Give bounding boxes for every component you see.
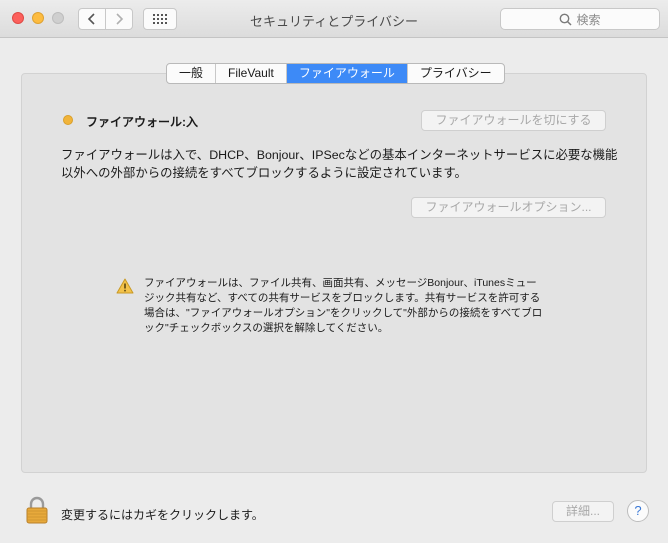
- tab-privacy[interactable]: プライバシー: [408, 64, 504, 83]
- tab-filevault[interactable]: FileVault: [216, 64, 287, 83]
- firewall-options-button[interactable]: ファイアウォールオプション...: [411, 197, 606, 218]
- firewall-description: ファイアウォールは入で、DHCP、Bonjour、IPSecなどの基本インターネ…: [61, 148, 618, 180]
- firewall-status-label: ファイアウォール:入: [86, 115, 198, 129]
- warning-icon: [116, 278, 134, 294]
- advanced-button[interactable]: 詳細...: [552, 501, 614, 522]
- title-bar: セキュリティとプライバシー 検索: [0, 0, 668, 38]
- lock-icon[interactable]: [25, 496, 49, 524]
- tab-bar: 一般 FileVault ファイアウォール プライバシー: [166, 63, 505, 84]
- turn-off-firewall-button[interactable]: ファイアウォールを切にする: [421, 110, 606, 131]
- content-panel: [21, 73, 647, 473]
- search-placeholder: 検索: [576, 12, 601, 27]
- tab-general[interactable]: 一般: [167, 64, 217, 83]
- firewall-status-indicator: [63, 115, 73, 125]
- lock-label: 変更するにはカギをクリックします。: [61, 508, 264, 522]
- firewall-warning-text: ファイアウォールは、ファイル共有、画面共有、メッセージBonjour、iTune…: [144, 277, 543, 334]
- search-icon: [560, 13, 573, 26]
- tab-firewall[interactable]: ファイアウォール: [286, 64, 408, 83]
- search-field[interactable]: 検索: [500, 8, 660, 30]
- help-button[interactable]: ?: [627, 500, 649, 522]
